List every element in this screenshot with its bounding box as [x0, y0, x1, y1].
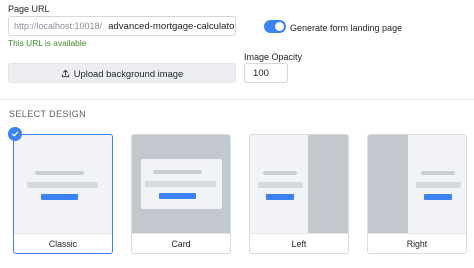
preview-text-bar: [27, 182, 98, 188]
card-preview: [132, 135, 230, 233]
preview-heading-bar: [421, 171, 455, 175]
select-design-heading: SELECT DESIGN: [9, 109, 87, 119]
page-url-label: Page URL: [8, 4, 50, 14]
preview-heading-bar: [35, 171, 84, 175]
design-option-card[interactable]: Card: [131, 134, 231, 254]
right-preview: [368, 135, 466, 233]
image-opacity-input[interactable]: 100: [244, 63, 288, 83]
left-preview: [250, 135, 348, 233]
card-label: Card: [132, 233, 230, 253]
landing-page-toggle[interactable]: [264, 20, 286, 33]
upload-icon: [61, 69, 69, 77]
preview-text-bar: [416, 182, 461, 188]
toggle-knob: [275, 22, 284, 31]
design-option-right[interactable]: Right: [367, 134, 467, 254]
right-label: Right: [368, 233, 466, 253]
classic-label: Classic: [14, 233, 112, 253]
classic-preview: [14, 135, 112, 233]
design-option-classic[interactable]: Classic: [13, 134, 113, 254]
url-prefix: http://localhost:10018/: [14, 21, 103, 31]
preview-cta-bar: [159, 193, 196, 199]
preview-side-panel: [368, 135, 408, 233]
preview-text-bar: [258, 182, 303, 188]
upload-background-button[interactable]: Upload background image: [8, 63, 236, 83]
selected-check-icon: [8, 127, 22, 141]
upload-background-label: Upload background image: [73, 67, 184, 79]
preview-text-bar: [145, 181, 216, 187]
url-slug-text[interactable]: advanced-mortgage-calculato: [105, 21, 234, 32]
left-label: Left: [250, 233, 348, 253]
preview-heading-bar: [263, 171, 297, 175]
preview-cta-bar: [424, 194, 452, 200]
page-url-input[interactable]: http://localhost:10018/ advanced-mortgag…: [8, 16, 236, 36]
design-option-left[interactable]: Left: [249, 134, 349, 254]
preview-heading-bar: [153, 170, 202, 174]
preview-cta-bar: [266, 194, 294, 200]
image-opacity-label: Image Opacity: [244, 52, 303, 62]
landing-page-toggle-label[interactable]: Generate form landing page: [290, 23, 402, 33]
preview-cta-bar: [41, 194, 78, 200]
section-divider: [0, 99, 474, 100]
preview-side-panel: [308, 135, 348, 233]
url-status-message: This URL is available: [8, 38, 87, 48]
